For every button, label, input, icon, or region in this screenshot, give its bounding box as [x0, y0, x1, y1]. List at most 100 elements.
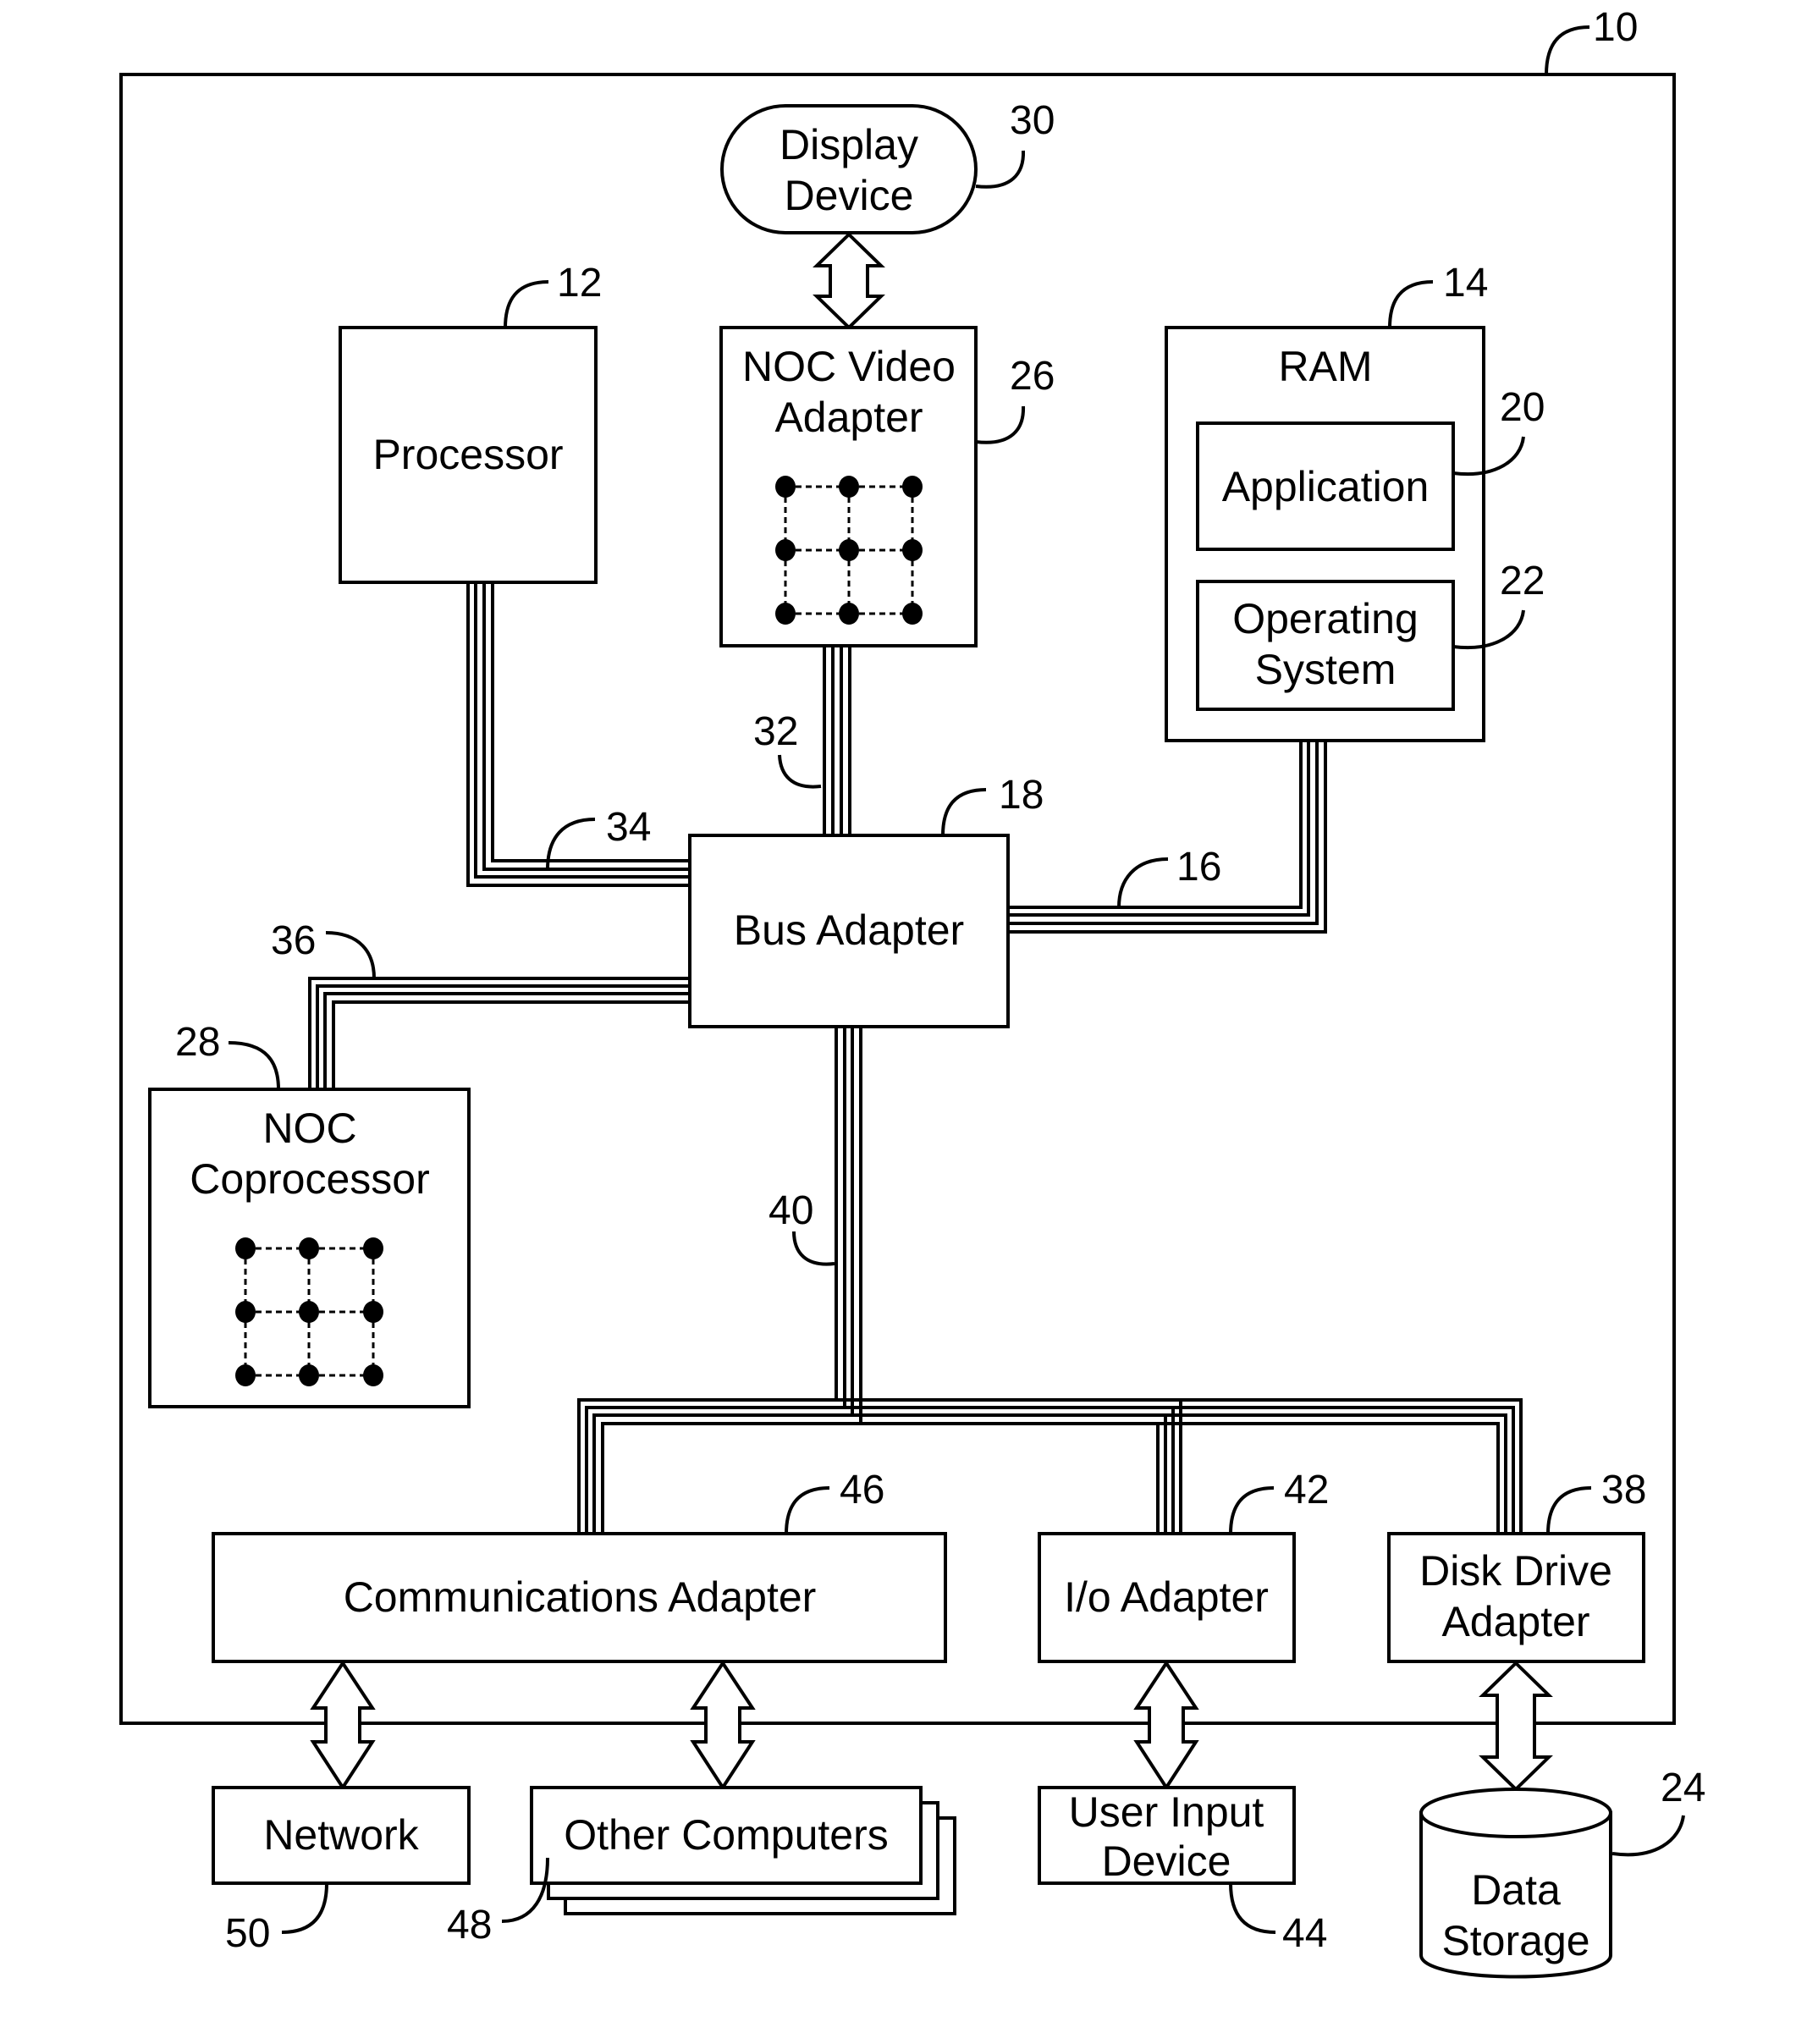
leader-ram	[1388, 280, 1434, 328]
display-device-label-line1: Display	[780, 121, 918, 168]
leader-processor	[504, 280, 549, 328]
mesh-node	[299, 1237, 319, 1259]
application: Application	[1196, 421, 1455, 551]
user-input-device-label-line2: Device	[1102, 1837, 1231, 1885]
operating-system: Operating System	[1196, 580, 1455, 711]
ref-ram: 14	[1443, 261, 1488, 306]
front-side-bus	[466, 582, 690, 887]
coprocessor-bus	[308, 977, 690, 1089]
mesh-node	[775, 603, 796, 625]
ref-data-storage: 24	[1661, 1766, 1705, 1810]
io-adapter: I/o Adapter	[1038, 1532, 1296, 1663]
ref-system: 10	[1593, 5, 1638, 50]
ref-memory-bus: 16	[1176, 845, 1221, 890]
leader-coprocessor-bus	[325, 931, 376, 979]
mesh-node	[902, 603, 923, 625]
ref-expansion-bus: 40	[769, 1188, 813, 1233]
ref-front-side-bus: 34	[606, 805, 651, 850]
noc-coprocessor: NOC Coprocessor	[148, 1088, 471, 1408]
bus-adapter: Bus Adapter	[688, 834, 1010, 1028]
noc-video-adapter-label-line2: Adapter	[774, 394, 923, 441]
mesh-node	[235, 1301, 256, 1323]
leader-bus-adapter	[941, 788, 987, 836]
application-label: Application	[1222, 463, 1430, 510]
mesh-node	[839, 476, 859, 498]
mesh-node	[902, 539, 923, 561]
communications-adapter-label: Communications Adapter	[344, 1573, 817, 1621]
mesh-node	[902, 476, 923, 498]
operating-system-label-line1: Operating	[1232, 595, 1419, 642]
other-computers: Other Computers	[530, 1786, 956, 1915]
leader-memory-bus	[1117, 857, 1169, 908]
network: Network	[212, 1786, 471, 1885]
leader-video-bus	[778, 754, 822, 789]
user-input-device: User Input Device	[1038, 1786, 1296, 1885]
disk-drive-adapter-label-line2: Adapter	[1441, 1598, 1589, 1645]
io-adapter-label: I/o Adapter	[1064, 1573, 1269, 1621]
display-device-label-line2: Device	[785, 172, 914, 219]
noc-coprocessor-label-line2: Coprocessor	[190, 1155, 429, 1203]
ref-io-adapter: 42	[1284, 1468, 1329, 1512]
expansion-bus	[577, 1027, 1523, 1534]
leader-noc-video-adapter	[975, 405, 1026, 444]
network-label: Network	[263, 1811, 419, 1859]
other-computers-label: Other Computers	[564, 1811, 888, 1859]
leader-disk-drive-adapter	[1546, 1486, 1592, 1534]
double-arrow-other-computers	[690, 1660, 756, 1791]
double-arrow-user-input	[1133, 1660, 1199, 1791]
ref-disk-drive-adapter: 38	[1601, 1468, 1646, 1512]
communications-adapter: Communications Adapter	[212, 1532, 947, 1663]
leader-display-device	[975, 150, 1026, 189]
ref-bus-adapter: 18	[999, 773, 1044, 818]
leader-expansion-bus	[792, 1231, 835, 1266]
ram-label: RAM	[1278, 343, 1372, 390]
mesh-node	[363, 1364, 383, 1386]
computer-system-diagram: 10 32 34 16 36 40 Display Device 30 Proc…	[119, 5, 1705, 1979]
leader-io-adapter	[1229, 1486, 1275, 1534]
ref-processor: 12	[557, 261, 602, 306]
mesh-node	[363, 1301, 383, 1323]
bus-adapter-label: Bus Adapter	[734, 906, 964, 954]
user-input-device-label-line1: User Input	[1069, 1788, 1264, 1836]
leader-user-input-device	[1229, 1882, 1276, 1934]
mesh-node	[299, 1364, 319, 1386]
noc-video-adapter: NOC Video Adapter	[719, 326, 978, 647]
mesh-node	[775, 476, 796, 498]
ref-communications-adapter: 46	[840, 1468, 884, 1512]
ref-video-bus: 32	[753, 709, 798, 754]
double-arrow-network	[310, 1660, 376, 1791]
noc-video-adapter-label-line1: NOC Video	[742, 343, 956, 390]
processor-label: Processor	[372, 431, 563, 478]
display-device: Display Device	[720, 104, 978, 234]
operating-system-label-line2: System	[1255, 646, 1397, 693]
data-storage-label-line2: Storage	[1441, 1917, 1589, 1964]
leader-network	[281, 1882, 328, 1934]
leader-noc-coprocessor	[228, 1041, 280, 1090]
leader-communications-adapter	[785, 1486, 830, 1534]
ref-noc-coprocessor: 28	[175, 1020, 220, 1065]
ref-application: 20	[1500, 385, 1545, 430]
memory-bus	[1008, 741, 1327, 934]
data-storage: Data Storage	[1419, 1788, 1612, 1979]
ref-other-computers: 48	[447, 1903, 492, 1948]
double-arrow-data-storage	[1479, 1661, 1553, 1792]
disk-drive-adapter-label-line1: Disk Drive	[1419, 1547, 1612, 1595]
ref-display-device: 30	[1010, 98, 1055, 143]
processor: Processor	[339, 326, 598, 584]
mesh-node	[299, 1301, 319, 1323]
mesh-node	[839, 539, 859, 561]
disk-drive-adapter: Disk Drive Adapter	[1387, 1532, 1645, 1663]
mesh-node	[235, 1364, 256, 1386]
mesh-node	[839, 603, 859, 625]
ref-coprocessor-bus: 36	[271, 918, 316, 963]
ref-noc-video-adapter: 26	[1010, 354, 1055, 399]
ref-operating-system: 22	[1500, 559, 1545, 603]
leader-data-storage	[1611, 1815, 1685, 1857]
data-storage-label-line1: Data	[1471, 1866, 1561, 1914]
noc-coprocessor-label-line1: NOC	[262, 1105, 356, 1152]
mesh-node	[235, 1237, 256, 1259]
leader-system	[1545, 25, 1590, 75]
mesh-node	[775, 539, 796, 561]
ref-network: 50	[225, 1911, 270, 1956]
mesh-node	[363, 1237, 383, 1259]
